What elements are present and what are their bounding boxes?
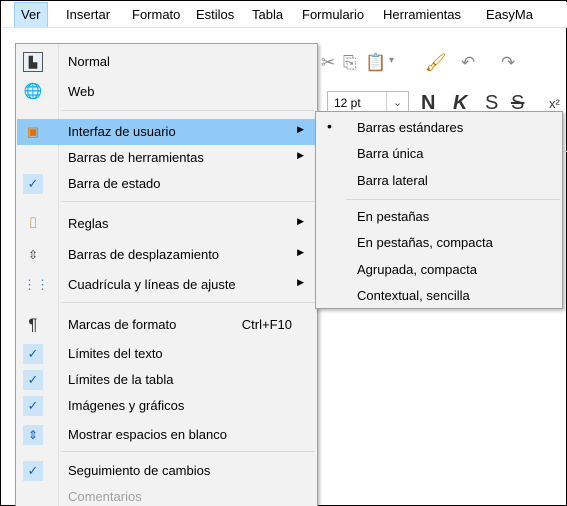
menu-item-marcas-de-formato[interactable]: ¶ Marcas de formato Ctrl+F10 [17, 312, 316, 338]
checkmark-icon: ✓ [23, 344, 43, 364]
submenu-item-label: Contextual, sencilla [357, 288, 470, 303]
checkmark-icon: ✓ [23, 174, 43, 194]
submenu-item-label: Agrupada, compacta [357, 262, 477, 277]
submenu-item-barras-estandares[interactable]: • Barras estándares [317, 115, 561, 141]
menu-item-shortcut: Ctrl+F10 [241, 317, 292, 332]
pilcrow-icon: ¶ [28, 315, 38, 334]
ruler-icon: ⌷ [28, 215, 38, 232]
menu-item-barras-de-herramientas[interactable]: Barras de herramientas ▶ [17, 145, 316, 171]
submenu-arrow-icon: ▶ [297, 216, 304, 226]
menu-item-label: Normal [68, 54, 110, 69]
menu-item-label: Marcas de formato [68, 317, 177, 332]
menu-item-imagenes-y-graficos[interactable]: ✓ Imágenes y gráficos [17, 393, 316, 419]
menu-item-web[interactable]: 🌐 Web [17, 79, 316, 105]
menu-item-barras-de-desplazamiento[interactable]: ⇳ Barras de desplazamiento ▶ [17, 242, 316, 268]
submenu-item-contextual-sencilla[interactable]: Contextual, sencilla [317, 283, 561, 309]
menu-ver[interactable]: Ver [14, 2, 48, 27]
font-size-value: 12 pt [334, 96, 361, 110]
menu-item-label: Barra de estado [68, 176, 161, 191]
undo-icon[interactable]: ↶ [461, 53, 475, 73]
submenu-arrow-icon: ▶ [297, 124, 304, 134]
ui-submenu: • Barras estándares Barra única Barra la… [315, 111, 563, 309]
menu-formato[interactable]: Formato [126, 2, 186, 27]
menu-item-label: Web [68, 84, 95, 99]
checkmark-icon: ✓ [23, 461, 43, 481]
redo-icon[interactable]: ↷ [501, 53, 515, 73]
submenu-item-label: Barra única [357, 146, 424, 161]
grid-icon: ⋮⋮ [23, 277, 49, 292]
ver-menu: ▙ Normal 🌐 Web ▣ Interfaz de usuario ▶ B… [15, 43, 318, 506]
scrollbar-icon: ⇳ [27, 248, 39, 262]
submenu-item-label: En pestañas [357, 209, 430, 224]
menu-item-interfaz-de-usuario[interactable]: ▣ Interfaz de usuario ▶ [17, 119, 316, 145]
menu-item-label: Reglas [68, 216, 109, 231]
submenu-arrow-icon: ▶ [297, 247, 304, 257]
menu-tabla[interactable]: Tabla [246, 2, 289, 27]
globe-icon: 🌐 [23, 83, 43, 100]
menu-separator [62, 201, 314, 202]
menu-item-seguimiento-de-cambios[interactable]: ✓ Seguimiento de cambios [17, 458, 316, 484]
submenu-arrow-icon: ▶ [297, 150, 304, 160]
radio-selected-icon: • [327, 118, 332, 134]
checkmark-icon: ✓ [23, 370, 43, 390]
submenu-item-barra-unica[interactable]: Barra única [317, 141, 561, 167]
menu-easyma[interactable]: EasyMa [480, 2, 539, 27]
menu-item-label: Mostrar espacios en blanco [68, 427, 227, 442]
menu-separator [62, 110, 314, 111]
menu-item-label: Límites del texto [68, 346, 163, 361]
menu-item-barra-de-estado[interactable]: ✓ Barra de estado [17, 171, 316, 197]
whitespace-icon: ⇕ [23, 425, 43, 445]
menu-item-label: Imágenes y gráficos [68, 398, 185, 413]
menu-item-label: Barras de herramientas [68, 150, 204, 165]
paste-dropdown-icon[interactable]: ▾ [389, 55, 394, 66]
menu-item-reglas[interactable]: ⌷ Reglas ▶ [17, 211, 316, 237]
menubar: Ver Insertar Formato Estilos Tabla Formu… [2, 2, 567, 28]
app-window: Ver Insertar Formato Estilos Tabla Formu… [0, 0, 567, 506]
menu-item-label: Interfaz de usuario [68, 124, 176, 139]
submenu-item-label: Barras estándares [357, 120, 464, 135]
menu-item-label: Límites de la tabla [68, 372, 174, 387]
submenu-item-label: En pestañas, compacta [357, 235, 493, 250]
ui-icon: ▣ [26, 124, 40, 139]
menu-herramientas[interactable]: Herramientas [377, 2, 467, 27]
menu-separator [62, 451, 314, 452]
submenu-item-en-pestanas-compacta[interactable]: En pestañas, compacta [317, 230, 561, 256]
cut-icon[interactable]: ✂ [321, 53, 335, 73]
menu-item-label: Barras de desplazamiento [68, 247, 220, 262]
menu-item-label: Comentarios [68, 489, 142, 504]
menu-item-mostrar-espacios[interactable]: ⇕ Mostrar espacios en blanco [17, 422, 316, 448]
menu-item-label: Cuadrícula y líneas de ajuste [68, 277, 236, 292]
submenu-item-barra-lateral[interactable]: Barra lateral [317, 168, 561, 194]
submenu-arrow-icon: ▶ [297, 277, 304, 287]
submenu-item-en-pestanas[interactable]: En pestañas [317, 204, 561, 230]
menu-item-normal[interactable]: ▙ Normal [17, 49, 316, 75]
menu-item-label: Seguimiento de cambios [68, 463, 211, 478]
menu-item-comentarios[interactable]: Comentarios [17, 484, 316, 506]
menu-formulario[interactable]: Formulario [296, 2, 370, 27]
submenu-item-agrupada-compacta[interactable]: Agrupada, compacta [317, 257, 561, 283]
superscript-button[interactable]: x² [549, 96, 560, 111]
menu-insertar[interactable]: Insertar [60, 2, 116, 27]
clone-format-icon[interactable]: 🖌 [425, 53, 447, 73]
paste-icon[interactable]: 📋 [365, 53, 386, 73]
menu-estilos[interactable]: Estilos [190, 2, 240, 27]
submenu-item-label: Barra lateral [357, 173, 428, 188]
copy-icon[interactable]: ⎘ [343, 53, 357, 73]
menu-item-cuadricula[interactable]: ⋮⋮ Cuadrícula y líneas de ajuste ▶ [17, 272, 316, 298]
submenu-separator [346, 199, 560, 200]
page-layout-icon: ▙ [23, 52, 43, 72]
menu-item-limites-de-la-tabla[interactable]: ✓ Límites de la tabla [17, 367, 316, 393]
menu-item-limites-del-texto[interactable]: ✓ Límites del texto [17, 341, 316, 367]
menu-separator [62, 302, 314, 303]
checkmark-icon: ✓ [23, 396, 43, 416]
